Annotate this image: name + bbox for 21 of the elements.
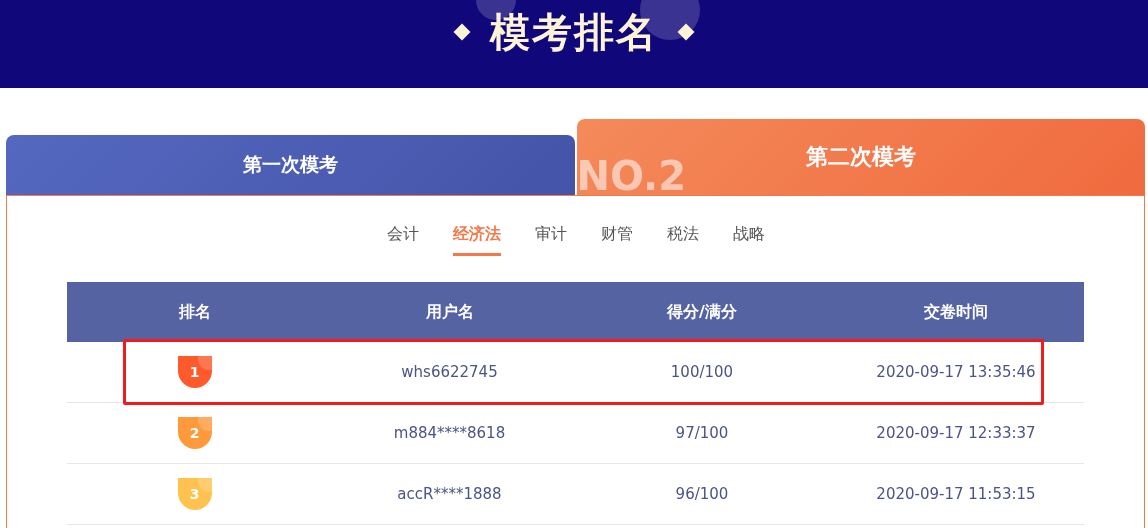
exam-tab[interactable]: 第一次模考	[6, 135, 575, 195]
column-header: 得分/满分	[666, 301, 738, 323]
subject-tab[interactable]: 战略	[732, 224, 765, 256]
subject-tab[interactable]: 审计	[534, 224, 567, 256]
table-cell-text: 96/100	[674, 485, 730, 503]
table-cell-text: accR****1888	[396, 485, 503, 503]
table-cell-text: 2020-09-17 11:53:15	[875, 485, 1037, 503]
column-header: 交卷时间	[923, 301, 989, 323]
table-cell-text: whs6622745	[400, 363, 499, 381]
subject-tab[interactable]: 财管	[600, 224, 633, 256]
banner-title: 模考排名	[490, 12, 658, 52]
table-cell-text: 2020-09-17 13:35:46	[875, 363, 1037, 381]
table-cell-text: m884****8618	[392, 424, 507, 442]
tab-decoration-text: NO.2	[576, 153, 687, 195]
column-header: 排名	[177, 301, 212, 323]
subject-tab[interactable]: 会计	[386, 224, 419, 256]
table-cell-text: 100/100	[669, 363, 735, 381]
table-cell-text: 97/100	[674, 424, 730, 442]
column-header: 用户名	[424, 301, 475, 323]
table-cell-text: 2020-09-17 12:33:37	[875, 424, 1037, 442]
subject-tab[interactable]: 税法	[666, 224, 699, 256]
